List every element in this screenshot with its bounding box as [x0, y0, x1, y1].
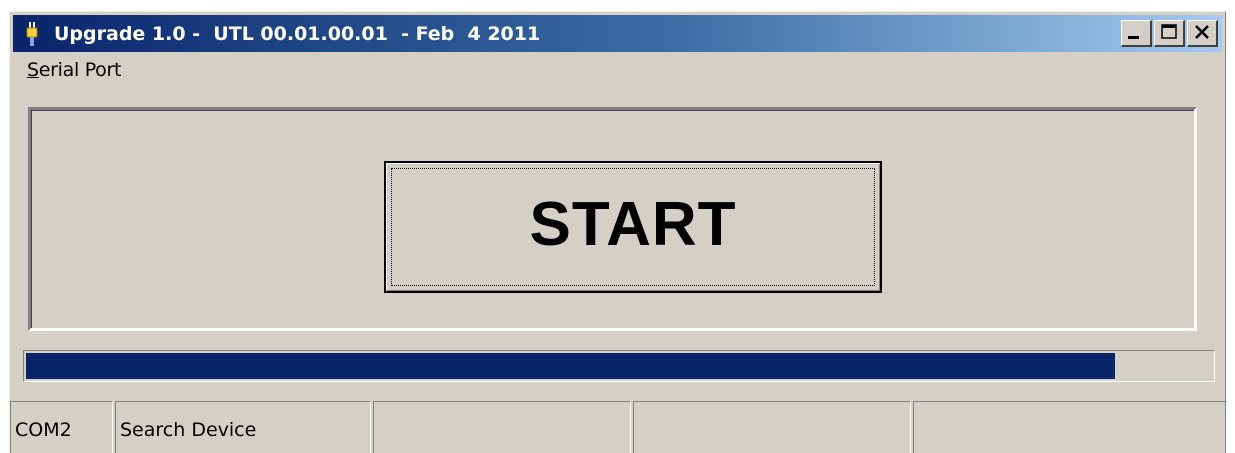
progress-fill	[26, 353, 1115, 379]
maximize-icon	[1161, 24, 1177, 39]
menu-item-label: erial Port	[38, 59, 122, 81]
minimize-icon	[1128, 36, 1139, 39]
main-panel: START	[28, 107, 1197, 331]
minimize-button[interactable]	[1121, 20, 1152, 47]
status-cell-4	[633, 401, 911, 453]
status-message: Search Device	[115, 401, 371, 453]
status-cell-5	[913, 401, 1225, 453]
title-bar[interactable]: Upgrade 1.0 - UTL 00.01.00.01 - Feb 4 20…	[13, 15, 1222, 52]
close-button[interactable]	[1187, 20, 1218, 47]
close-icon	[1195, 25, 1209, 39]
progress-track	[26, 353, 1212, 379]
maximize-button[interactable]	[1154, 20, 1185, 47]
start-button-label: START	[529, 190, 737, 259]
window-controls	[1121, 20, 1218, 48]
menu-bar: Serial Port	[13, 55, 1222, 85]
app-window: Upgrade 1.0 - UTL 00.01.00.01 - Feb 4 20…	[9, 11, 1226, 453]
status-bar: COM2 Search Device	[10, 401, 1225, 453]
status-port: COM2	[10, 401, 113, 453]
start-button[interactable]: START	[384, 161, 882, 293]
usb-plug-icon	[21, 22, 43, 46]
menu-item-serial-port[interactable]: Serial Port	[27, 59, 121, 81]
menu-item-hotkey: S	[27, 59, 39, 81]
window-title: Upgrade 1.0 - UTL 00.01.00.01 - Feb 4 20…	[54, 23, 541, 45]
status-cell-3	[373, 401, 631, 453]
progress-bar	[23, 350, 1215, 382]
